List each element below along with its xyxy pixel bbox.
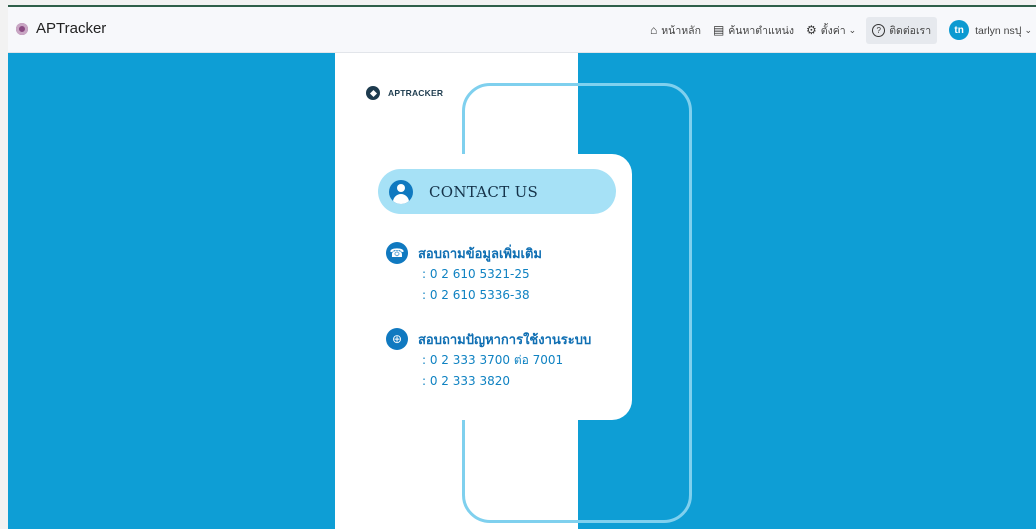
nav-item-label: ตั้งค่า xyxy=(820,24,846,37)
nav-item-settings[interactable]: ⚙ ตั้งค่า ⌄ xyxy=(806,22,856,39)
help-icon: ? xyxy=(872,23,886,37)
nav-item-label: หน้าหลัก xyxy=(661,24,701,37)
section-title: สอบถามปัญหาการใช้งานระบบ xyxy=(418,332,592,348)
user-menu[interactable]: tn tarlyn nsปุ ⌄ xyxy=(949,20,1032,40)
list-icon: ▤ xyxy=(712,23,725,37)
support-section: ⊕ สอบถามปัญหาการใช้งานระบบ : 0 2 333 370… xyxy=(386,328,636,392)
logo-text: APTRACKER xyxy=(388,88,444,98)
app-title: APTracker xyxy=(36,20,107,37)
app-logo-icon xyxy=(16,22,28,35)
section-title: สอบถามข้อมูลเพิ่มเติม xyxy=(418,246,543,262)
info-section: ☎ สอบถามข้อมูลเพิ่มเติม : 0 2 610 5321-2… xyxy=(386,242,636,306)
nav-item-label: ติดต่อเรา xyxy=(889,24,932,37)
user-name: tarlyn nsปุ xyxy=(975,24,1022,37)
nav-item-home[interactable]: ⌂ หน้าหลัก xyxy=(650,22,701,39)
contact-heading: CONTACT US xyxy=(429,182,539,201)
phone-icon: ☎ xyxy=(386,242,408,264)
aptracker-logo: APTRACKER xyxy=(366,86,443,100)
contact-heading-pill: CONTACT US xyxy=(378,169,616,214)
globe-icon: ⊕ xyxy=(386,328,408,350)
gear-icon: ⚙ xyxy=(806,23,817,37)
phone-number: : 0 2 610 5336-38 xyxy=(422,288,530,302)
phone-number: : 0 2 333 3820 xyxy=(422,374,511,388)
nav-menu: ⌂ หน้าหลัก ▤ ค้นหาตำแหน่ง ⚙ ตั้งค่า ⌄ ? … xyxy=(638,7,1032,53)
window-edge xyxy=(0,0,8,529)
logo-mark-icon xyxy=(366,86,380,100)
top-navbar: APTracker ⌂ หน้าหลัก ▤ ค้นหาตำแหน่ง ⚙ ตั… xyxy=(8,7,1036,53)
nav-item-contact[interactable]: ? ติดต่อเรา xyxy=(866,16,938,44)
chevron-down-icon: ⌄ xyxy=(848,24,857,35)
brand[interactable]: APTracker xyxy=(16,20,106,37)
nav-item-label: ค้นหาตำแหน่ง xyxy=(728,24,795,37)
user-icon xyxy=(389,179,413,204)
avatar: tn xyxy=(949,20,970,40)
chevron-down-icon: ⌄ xyxy=(1024,24,1032,35)
main-content: APTRACKER CONTACT US ☎ สอบถามข้อมูลเพิ่ม… xyxy=(8,53,1036,529)
home-icon: ⌂ xyxy=(649,23,658,37)
nav-item-search-position[interactable]: ▤ ค้นหาตำแหน่ง xyxy=(713,22,794,39)
phone-number: : 0 2 610 5321-25 xyxy=(422,267,530,281)
phone-number: : 0 2 333 3700 ต่อ 7001 xyxy=(422,353,564,367)
